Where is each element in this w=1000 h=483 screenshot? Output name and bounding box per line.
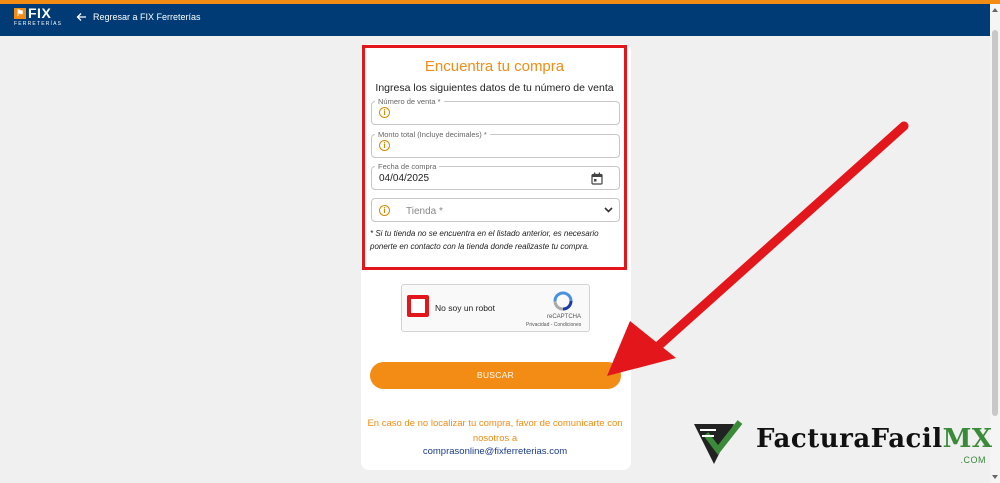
red-arrow-annotation <box>607 121 909 376</box>
watermark-text: FacturaFacilMX <box>756 424 993 454</box>
facturafacil-watermark: FacturaFacilMX .COM <box>694 420 993 470</box>
facturafacil-logo-icon <box>694 420 743 464</box>
watermark-domain: .COM <box>960 455 986 465</box>
